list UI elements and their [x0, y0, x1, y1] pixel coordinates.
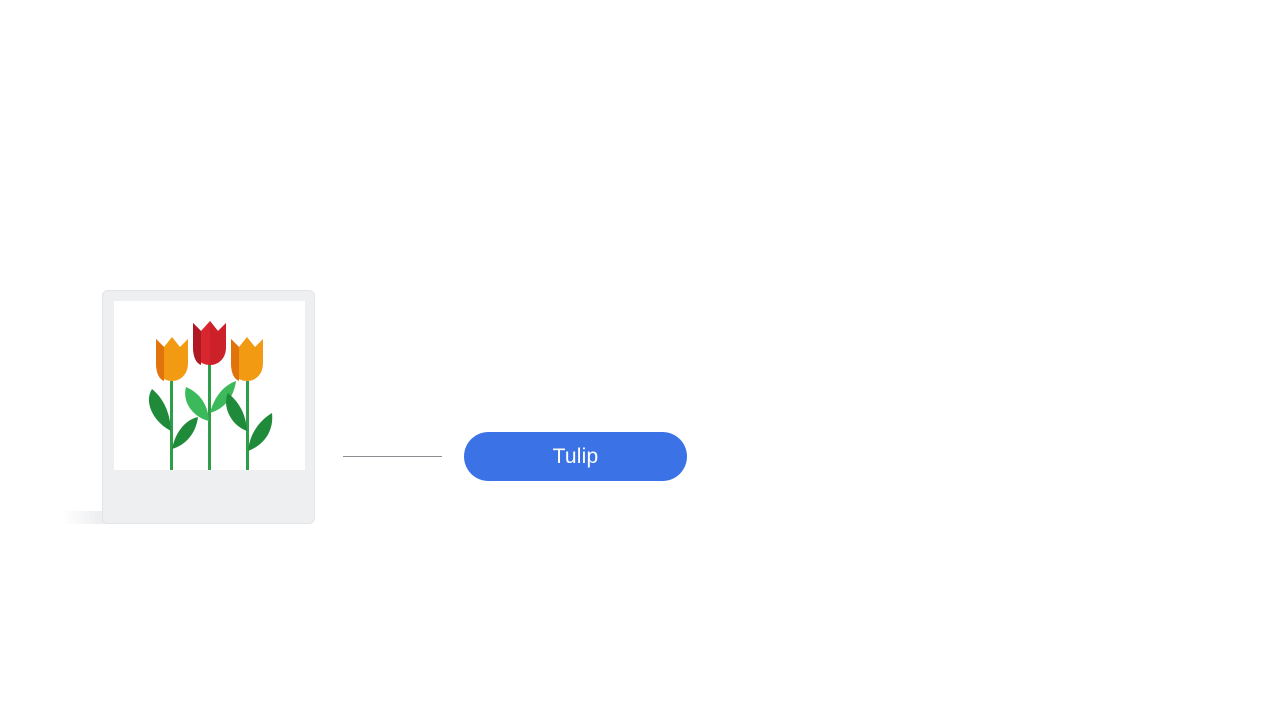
- photo-card: [102, 290, 315, 524]
- photo-image-area: [114, 301, 305, 470]
- tulip-icon: [148, 321, 273, 470]
- connector-line: [343, 456, 442, 457]
- tulip-label-text: Tulip: [552, 444, 599, 468]
- diagram-canvas: Tulip: [0, 0, 1280, 720]
- tulip-label-pill: Tulip: [464, 432, 687, 481]
